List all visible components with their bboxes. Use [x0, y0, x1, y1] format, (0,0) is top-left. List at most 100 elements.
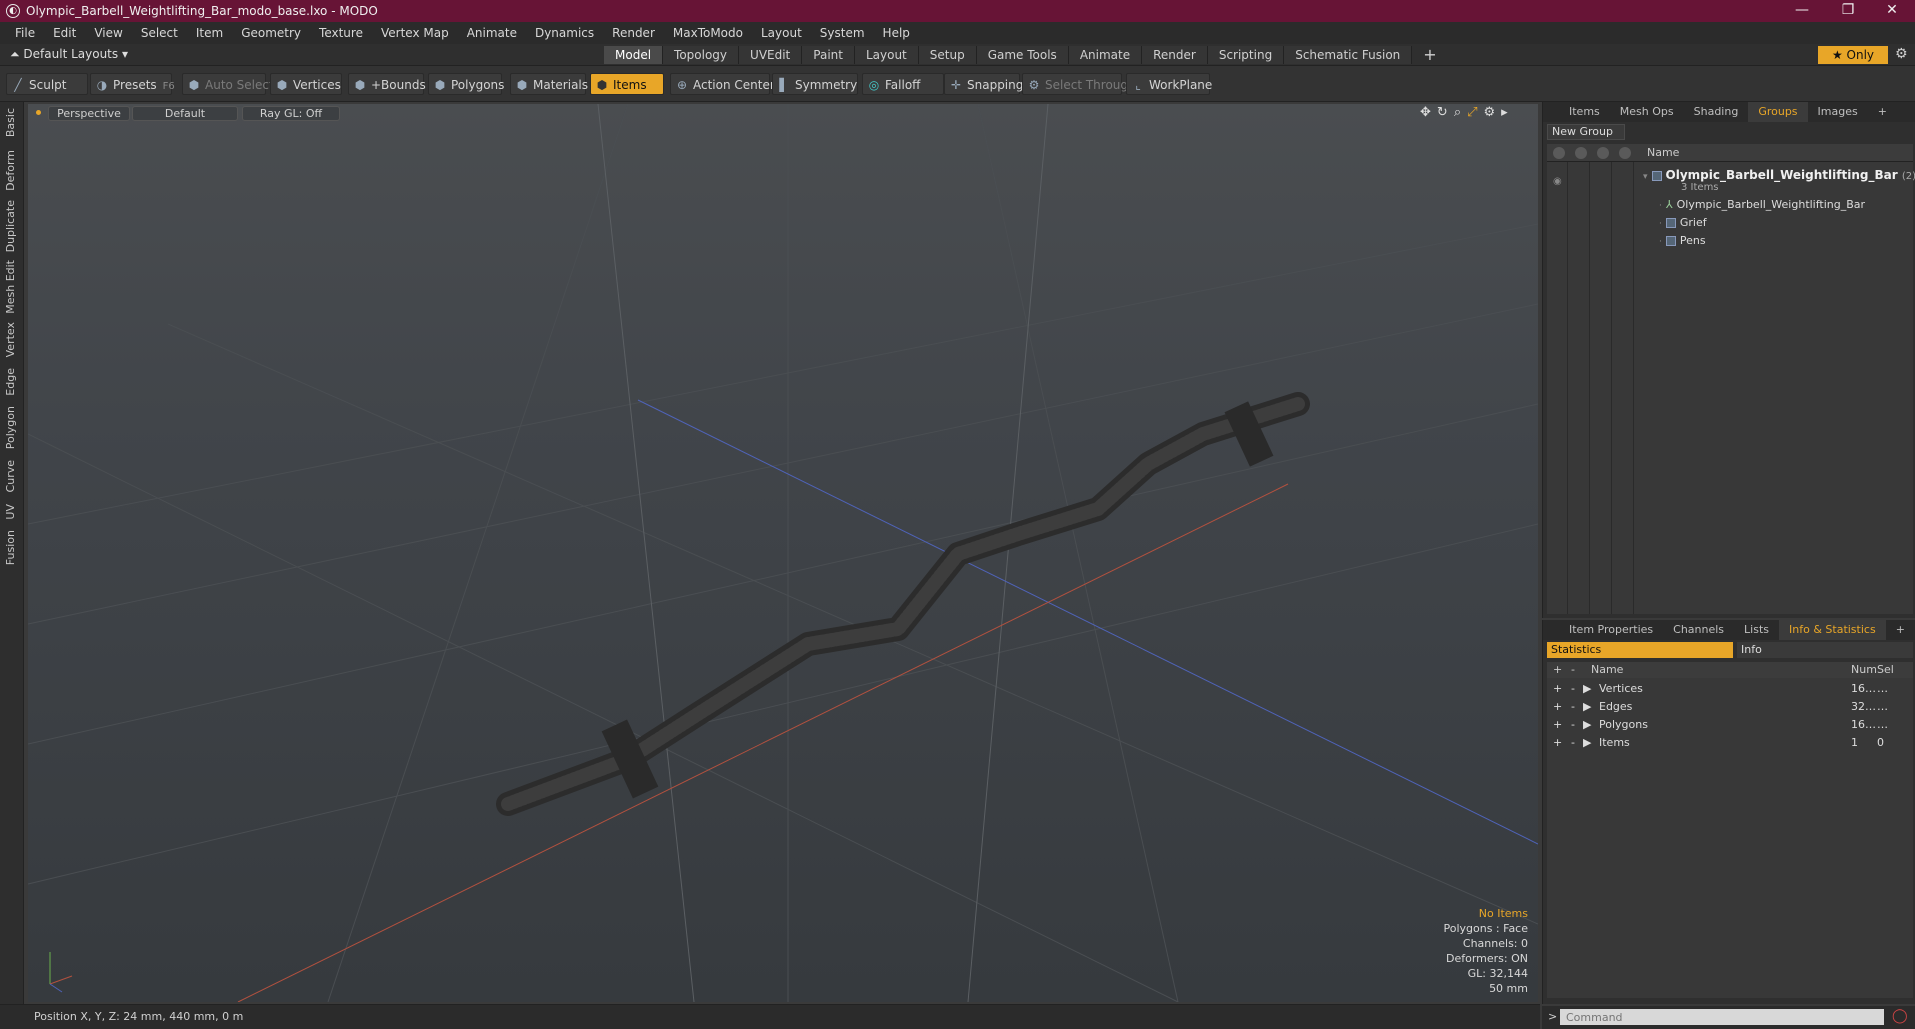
vtab-edge[interactable]: Edge: [4, 368, 17, 396]
perspective-dropdown[interactable]: Perspective: [48, 106, 130, 121]
menu-render[interactable]: Render: [603, 26, 664, 40]
polygons-button[interactable]: ⬢ Polygons: [428, 73, 504, 95]
pan-icon[interactable]: ✥: [1420, 105, 1431, 120]
expand-arrow-icon[interactable]: ▸: [1501, 105, 1508, 120]
stat-row-edges[interactable]: + - ▶ Edges 32… …: [1547, 698, 1913, 716]
auto-select-button[interactable]: ⬢ Auto Select: [182, 73, 274, 95]
tab-images[interactable]: Images: [1808, 102, 1868, 122]
add-selection-icon[interactable]: +: [1553, 718, 1562, 731]
gear-icon[interactable]: ⚙: [1895, 46, 1908, 62]
record-icon[interactable]: ◯: [1892, 1008, 1908, 1024]
vtab-duplicate[interactable]: Duplicate: [4, 200, 17, 252]
add-tab-button[interactable]: +: [1412, 46, 1447, 64]
menu-layout[interactable]: Layout: [752, 26, 811, 40]
vtab-uv[interactable]: UV: [4, 504, 17, 520]
group-child-row[interactable]: · Grief: [1659, 216, 1707, 229]
num-column-header[interactable]: Num: [1851, 663, 1877, 676]
add-panel-tab-button[interactable]: +: [1868, 102, 1897, 122]
menu-select[interactable]: Select: [132, 26, 187, 40]
render-icon[interactable]: [1575, 147, 1587, 159]
tab-shading[interactable]: Shading: [1684, 102, 1749, 122]
sculpt-button[interactable]: ╱ Sculpt: [6, 73, 88, 95]
tab-groups[interactable]: Groups: [1748, 102, 1808, 122]
group-child-row[interactable]: · Pens: [1659, 234, 1706, 247]
presets-button[interactable]: ◑ Presets F6: [90, 73, 175, 95]
menu-file[interactable]: File: [6, 26, 44, 40]
snapping-button[interactable]: ✛ Snapping: [944, 73, 1023, 95]
lock-icon[interactable]: [1597, 147, 1609, 159]
tab-schematic-fusion[interactable]: Schematic Fusion: [1284, 46, 1413, 64]
visibility-icon[interactable]: [1553, 147, 1565, 159]
sel-column-header[interactable]: Sel: [1877, 663, 1894, 676]
3d-viewport[interactable]: Perspective Default Ray GL: Off ✥ ↻ ⌕ ⤢ …: [28, 104, 1538, 1002]
expand-arrow-icon[interactable]: ▶: [1583, 736, 1591, 749]
tab-game-tools[interactable]: Game Tools: [976, 46, 1069, 64]
expand-arrow-icon[interactable]: ▶: [1583, 718, 1591, 731]
add-panel-tab-button[interactable]: +: [1886, 620, 1915, 640]
menu-maxtomodo[interactable]: MaxToModo: [664, 26, 752, 40]
tab-layout[interactable]: Layout: [854, 46, 919, 64]
bounds-button[interactable]: ⬢ +Bounds: [348, 73, 426, 95]
action-center-button[interactable]: ⊕ Action Center: [670, 73, 775, 95]
command-input[interactable]: [1560, 1009, 1884, 1025]
tab-uvedit[interactable]: UVEdit: [739, 46, 803, 64]
vtab-deform[interactable]: Deform: [4, 150, 17, 191]
select-through-button[interactable]: ⚙ Select Through: [1022, 73, 1136, 95]
add-selection-icon[interactable]: +: [1553, 736, 1562, 749]
tab-channels[interactable]: Channels: [1663, 620, 1734, 640]
tab-render[interactable]: Render: [1142, 46, 1208, 64]
tab-setup[interactable]: Setup: [918, 46, 977, 64]
viewport-menu-dot[interactable]: [36, 110, 41, 115]
collapse-arrow-icon[interactable]: ▾: [1643, 172, 1648, 182]
vtab-mesh-edit[interactable]: Mesh Edit: [4, 260, 17, 314]
default-layouts-dropdown[interactable]: ⏶ Default Layouts ▾: [10, 47, 128, 62]
settings-icon[interactable]: ⚙: [1484, 105, 1496, 120]
raygl-dropdown[interactable]: Ray GL: Off: [242, 106, 340, 121]
tab-mesh-ops[interactable]: Mesh Ops: [1610, 102, 1684, 122]
name-column-header[interactable]: Name: [1591, 663, 1623, 676]
items-button[interactable]: ⬢ Items: [590, 73, 664, 95]
menu-view[interactable]: View: [85, 26, 131, 40]
tab-scripting[interactable]: Scripting: [1207, 46, 1285, 64]
tab-animate[interactable]: Animate: [1068, 46, 1143, 64]
vtab-vertex[interactable]: Vertex: [4, 322, 17, 357]
maximize-button[interactable]: ❐: [1825, 0, 1871, 22]
menu-texture[interactable]: Texture: [310, 26, 372, 40]
vtab-basic[interactable]: Basic: [4, 108, 17, 137]
only-button[interactable]: ★ Only: [1818, 46, 1888, 64]
tab-topology[interactable]: Topology: [663, 46, 740, 64]
stat-row-polygons[interactable]: + - ▶ Polygons 16… …: [1547, 716, 1913, 734]
menu-animate[interactable]: Animate: [458, 26, 526, 40]
stat-row-items[interactable]: + - ▶ Items 1 0: [1547, 734, 1913, 752]
fit-icon[interactable]: ⤢: [1467, 105, 1477, 120]
vtab-fusion[interactable]: Fusion: [4, 530, 17, 565]
add-selection-icon[interactable]: +: [1553, 700, 1562, 713]
group-child-row[interactable]: · ⅄ Olympic_Barbell_Weightlifting_Bar: [1659, 198, 1865, 211]
shading-dropdown[interactable]: Default: [132, 106, 238, 121]
remove-selection-icon[interactable]: -: [1571, 700, 1575, 713]
name-column-header[interactable]: Name: [1647, 146, 1679, 159]
add-selection-icon[interactable]: +: [1553, 682, 1562, 695]
tab-paint[interactable]: Paint: [802, 46, 855, 64]
menu-dynamics[interactable]: Dynamics: [526, 26, 603, 40]
vtab-curve[interactable]: Curve: [4, 460, 17, 492]
eye-icon[interactable]: ◉: [1553, 176, 1562, 187]
menu-vertex-map[interactable]: Vertex Map: [372, 26, 458, 40]
rotate-icon[interactable]: ↻: [1437, 105, 1448, 120]
expand-arrow-icon[interactable]: ▶: [1583, 682, 1591, 695]
minimize-button[interactable]: —: [1779, 0, 1825, 22]
expand-arrow-icon[interactable]: ▶: [1583, 700, 1591, 713]
zoom-icon[interactable]: ⌕: [1454, 105, 1461, 120]
tab-items[interactable]: Items: [1559, 102, 1610, 122]
vertices-button[interactable]: ⬢ Vertices: [270, 73, 342, 95]
stat-row-vertices[interactable]: + - ▶ Vertices 16… …: [1547, 680, 1913, 698]
close-button[interactable]: ✕: [1869, 0, 1915, 22]
workplane-button[interactable]: ⌞ WorkPlane: [1126, 73, 1212, 95]
menu-geometry[interactable]: Geometry: [232, 26, 310, 40]
menu-system[interactable]: System: [811, 26, 874, 40]
tab-item-properties[interactable]: Item Properties: [1559, 620, 1663, 640]
remove-selection-icon[interactable]: -: [1571, 682, 1575, 695]
falloff-button[interactable]: ◎ Falloff: [862, 73, 944, 95]
menu-edit[interactable]: Edit: [44, 26, 85, 40]
info-subtab[interactable]: Info: [1737, 642, 1913, 658]
